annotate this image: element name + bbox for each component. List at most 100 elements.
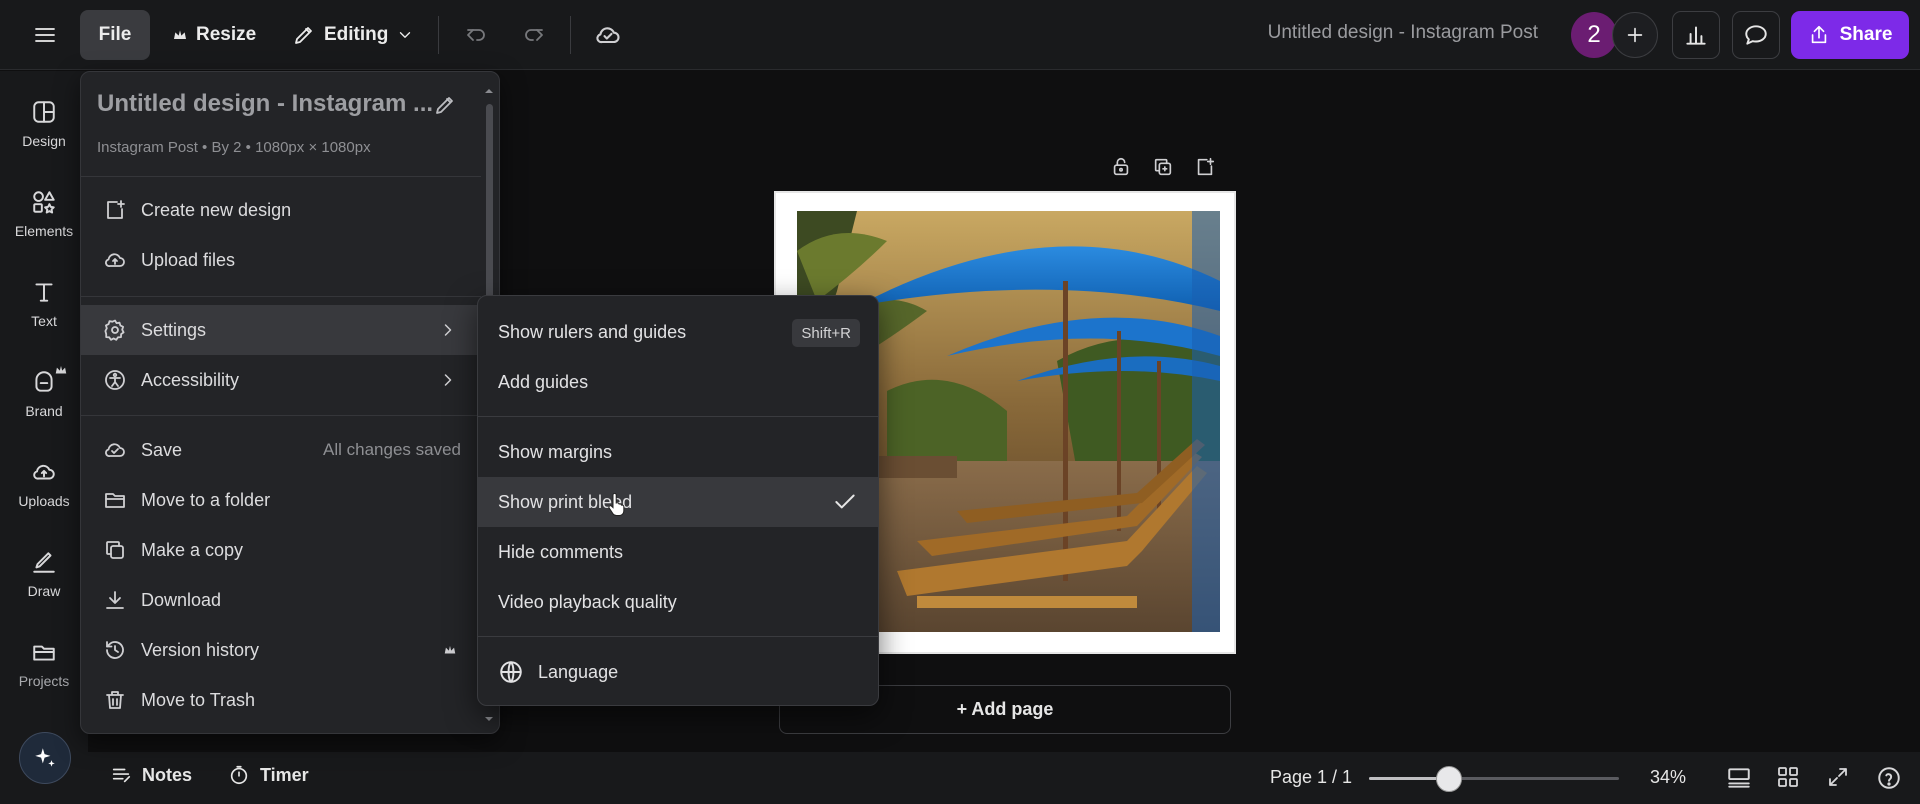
add-page-icon[interactable] <box>1194 156 1216 178</box>
undo-icon <box>467 29 485 41</box>
page-indicator[interactable]: Page 1 / 1 <box>1270 767 1352 788</box>
zoom-slider[interactable] <box>1369 766 1619 792</box>
menu-label: Video playback quality <box>498 591 677 612</box>
share-button[interactable]: Share <box>1791 11 1909 59</box>
cloud-check-icon <box>105 443 125 457</box>
resize-button[interactable]: Resize <box>164 10 264 60</box>
bottom-toolbar: Notes Timer Page 1 / 1 34% <box>88 752 1920 804</box>
menu-label: Settings <box>141 319 207 340</box>
scroll-down-icon[interactable] <box>484 714 494 724</box>
comments-button[interactable] <box>1732 11 1780 59</box>
share-label: Share <box>1839 24 1893 45</box>
rail-item-projects[interactable]: Projects <box>0 639 88 689</box>
editing-label: Editing <box>324 24 389 45</box>
menu-item-create-new-design[interactable]: Create new design <box>81 185 481 235</box>
rail-item-design[interactable]: Design <box>0 99 88 149</box>
sparkle-icon <box>35 748 55 767</box>
chevron-down-icon <box>400 32 411 38</box>
help-icon <box>1878 767 1900 789</box>
design-icon <box>33 101 55 123</box>
copy-icon <box>106 541 124 559</box>
grid-icon <box>1778 767 1798 787</box>
rail-label-brand: Brand <box>25 403 63 419</box>
menu-label: Move to a folder <box>141 489 271 510</box>
menu-item-settings[interactable]: Settings <box>81 305 481 355</box>
zoom-slider-thumb[interactable] <box>1436 766 1462 792</box>
help-button[interactable] <box>1876 765 1902 791</box>
rail-item-uploads[interactable]: Uploads <box>0 459 88 509</box>
rail-label-projects: Projects <box>18 673 70 689</box>
rail-item-brand[interactable]: Brand <box>0 365 88 419</box>
rail-label-draw: Draw <box>27 583 61 599</box>
menu-label: Show rulers and guides <box>498 321 687 342</box>
pages-view-button[interactable] <box>1726 765 1752 791</box>
menu-label: Add guides <box>498 371 589 392</box>
menu-item-move-to-folder[interactable]: Move to a folder <box>81 475 481 525</box>
page-layout-icon <box>1728 768 1750 788</box>
checkmark-icon <box>835 494 855 509</box>
lock-icon[interactable] <box>1110 156 1132 178</box>
timer-button[interactable]: Timer <box>228 764 309 786</box>
text-icon <box>35 283 53 302</box>
share-upload-icon <box>1811 25 1826 44</box>
menu-item-show-rulers[interactable]: Show rulers and guides Shift+R <box>478 307 878 357</box>
zoom-value[interactable]: 34% <box>1650 767 1686 788</box>
fullscreen-button[interactable] <box>1826 765 1850 789</box>
rename-pencil-icon[interactable] <box>433 93 457 117</box>
download-icon <box>106 591 124 609</box>
rail-item-text[interactable]: Text <box>0 279 88 329</box>
menu-label: Move to Trash <box>141 689 256 710</box>
hand-cursor-icon <box>608 493 625 516</box>
add-page-label: + Add page <box>956 699 1054 719</box>
document-title[interactable]: Untitled design - Instagram Post <box>1268 22 1538 44</box>
menu-item-language[interactable]: Language <box>478 647 878 697</box>
save-status-button[interactable] <box>586 10 630 60</box>
notes-button[interactable]: Notes <box>110 764 192 786</box>
file-menu-design-title[interactable]: Untitled design - Instagram ... <box>97 90 433 118</box>
folder-icon <box>105 493 125 508</box>
menu-item-version-history[interactable]: Version history <box>81 625 481 675</box>
globe-icon <box>500 661 522 683</box>
premium-crown-icon <box>444 645 456 654</box>
redo-button[interactable] <box>514 10 554 60</box>
menu-label: Language <box>538 661 619 682</box>
menu-item-show-print-bleed[interactable]: Show print bleed <box>478 477 878 527</box>
avatar[interactable]: 2 <box>1571 12 1617 58</box>
menu-divider <box>478 636 878 637</box>
editing-mode-button[interactable]: Editing <box>284 10 422 60</box>
magic-assistant-button[interactable] <box>19 732 71 784</box>
top-toolbar: File Resize Editing Untitled design - In… <box>0 0 1920 70</box>
scroll-up-icon[interactable] <box>484 86 494 96</box>
add-collaborator-button[interactable] <box>1612 12 1658 58</box>
rail-item-draw[interactable]: Draw <box>0 549 88 599</box>
grid-view-button[interactable] <box>1776 765 1800 789</box>
duplicate-page-icon[interactable] <box>1152 156 1174 178</box>
undo-button[interactable] <box>456 10 496 60</box>
accessibility-icon <box>105 370 125 390</box>
menu-item-video-playback-quality[interactable]: Video playback quality <box>478 577 878 627</box>
save-status-text: All changes saved <box>323 440 461 459</box>
notes-label: Notes <box>142 764 193 785</box>
menu-item-save[interactable]: Save All changes saved <box>81 425 481 475</box>
menu-item-hide-comments[interactable]: Hide comments <box>478 527 878 577</box>
left-side-panel: Design Elements Text Brand Uploads Draw … <box>0 71 88 804</box>
notes-icon <box>112 768 131 783</box>
menu-label: Accessibility <box>141 369 240 390</box>
menu-label: Show margins <box>498 441 613 462</box>
main-menu-button[interactable] <box>22 10 68 60</box>
insights-button[interactable] <box>1672 11 1720 59</box>
menu-item-move-to-trash[interactable]: Move to Trash <box>81 675 481 725</box>
draw-icon <box>33 552 55 573</box>
rail-item-elements[interactable]: Elements <box>0 189 88 239</box>
chevron-right-icon <box>444 374 452 386</box>
menu-item-add-guides[interactable]: Add guides <box>478 357 878 407</box>
menu-item-download[interactable]: Download <box>81 575 481 625</box>
file-menu-button[interactable]: File <box>80 10 150 60</box>
menu-item-accessibility[interactable]: Accessibility <box>81 355 481 405</box>
hamburger-icon <box>35 28 55 42</box>
menu-divider <box>81 176 481 177</box>
menu-item-show-margins[interactable]: Show margins <box>478 427 878 477</box>
menu-item-upload-files[interactable]: Upload files <box>81 235 481 285</box>
menu-item-make-copy[interactable]: Make a copy <box>81 525 481 575</box>
file-menu-panel: Untitled design - Instagram ... Instagra… <box>80 71 500 734</box>
